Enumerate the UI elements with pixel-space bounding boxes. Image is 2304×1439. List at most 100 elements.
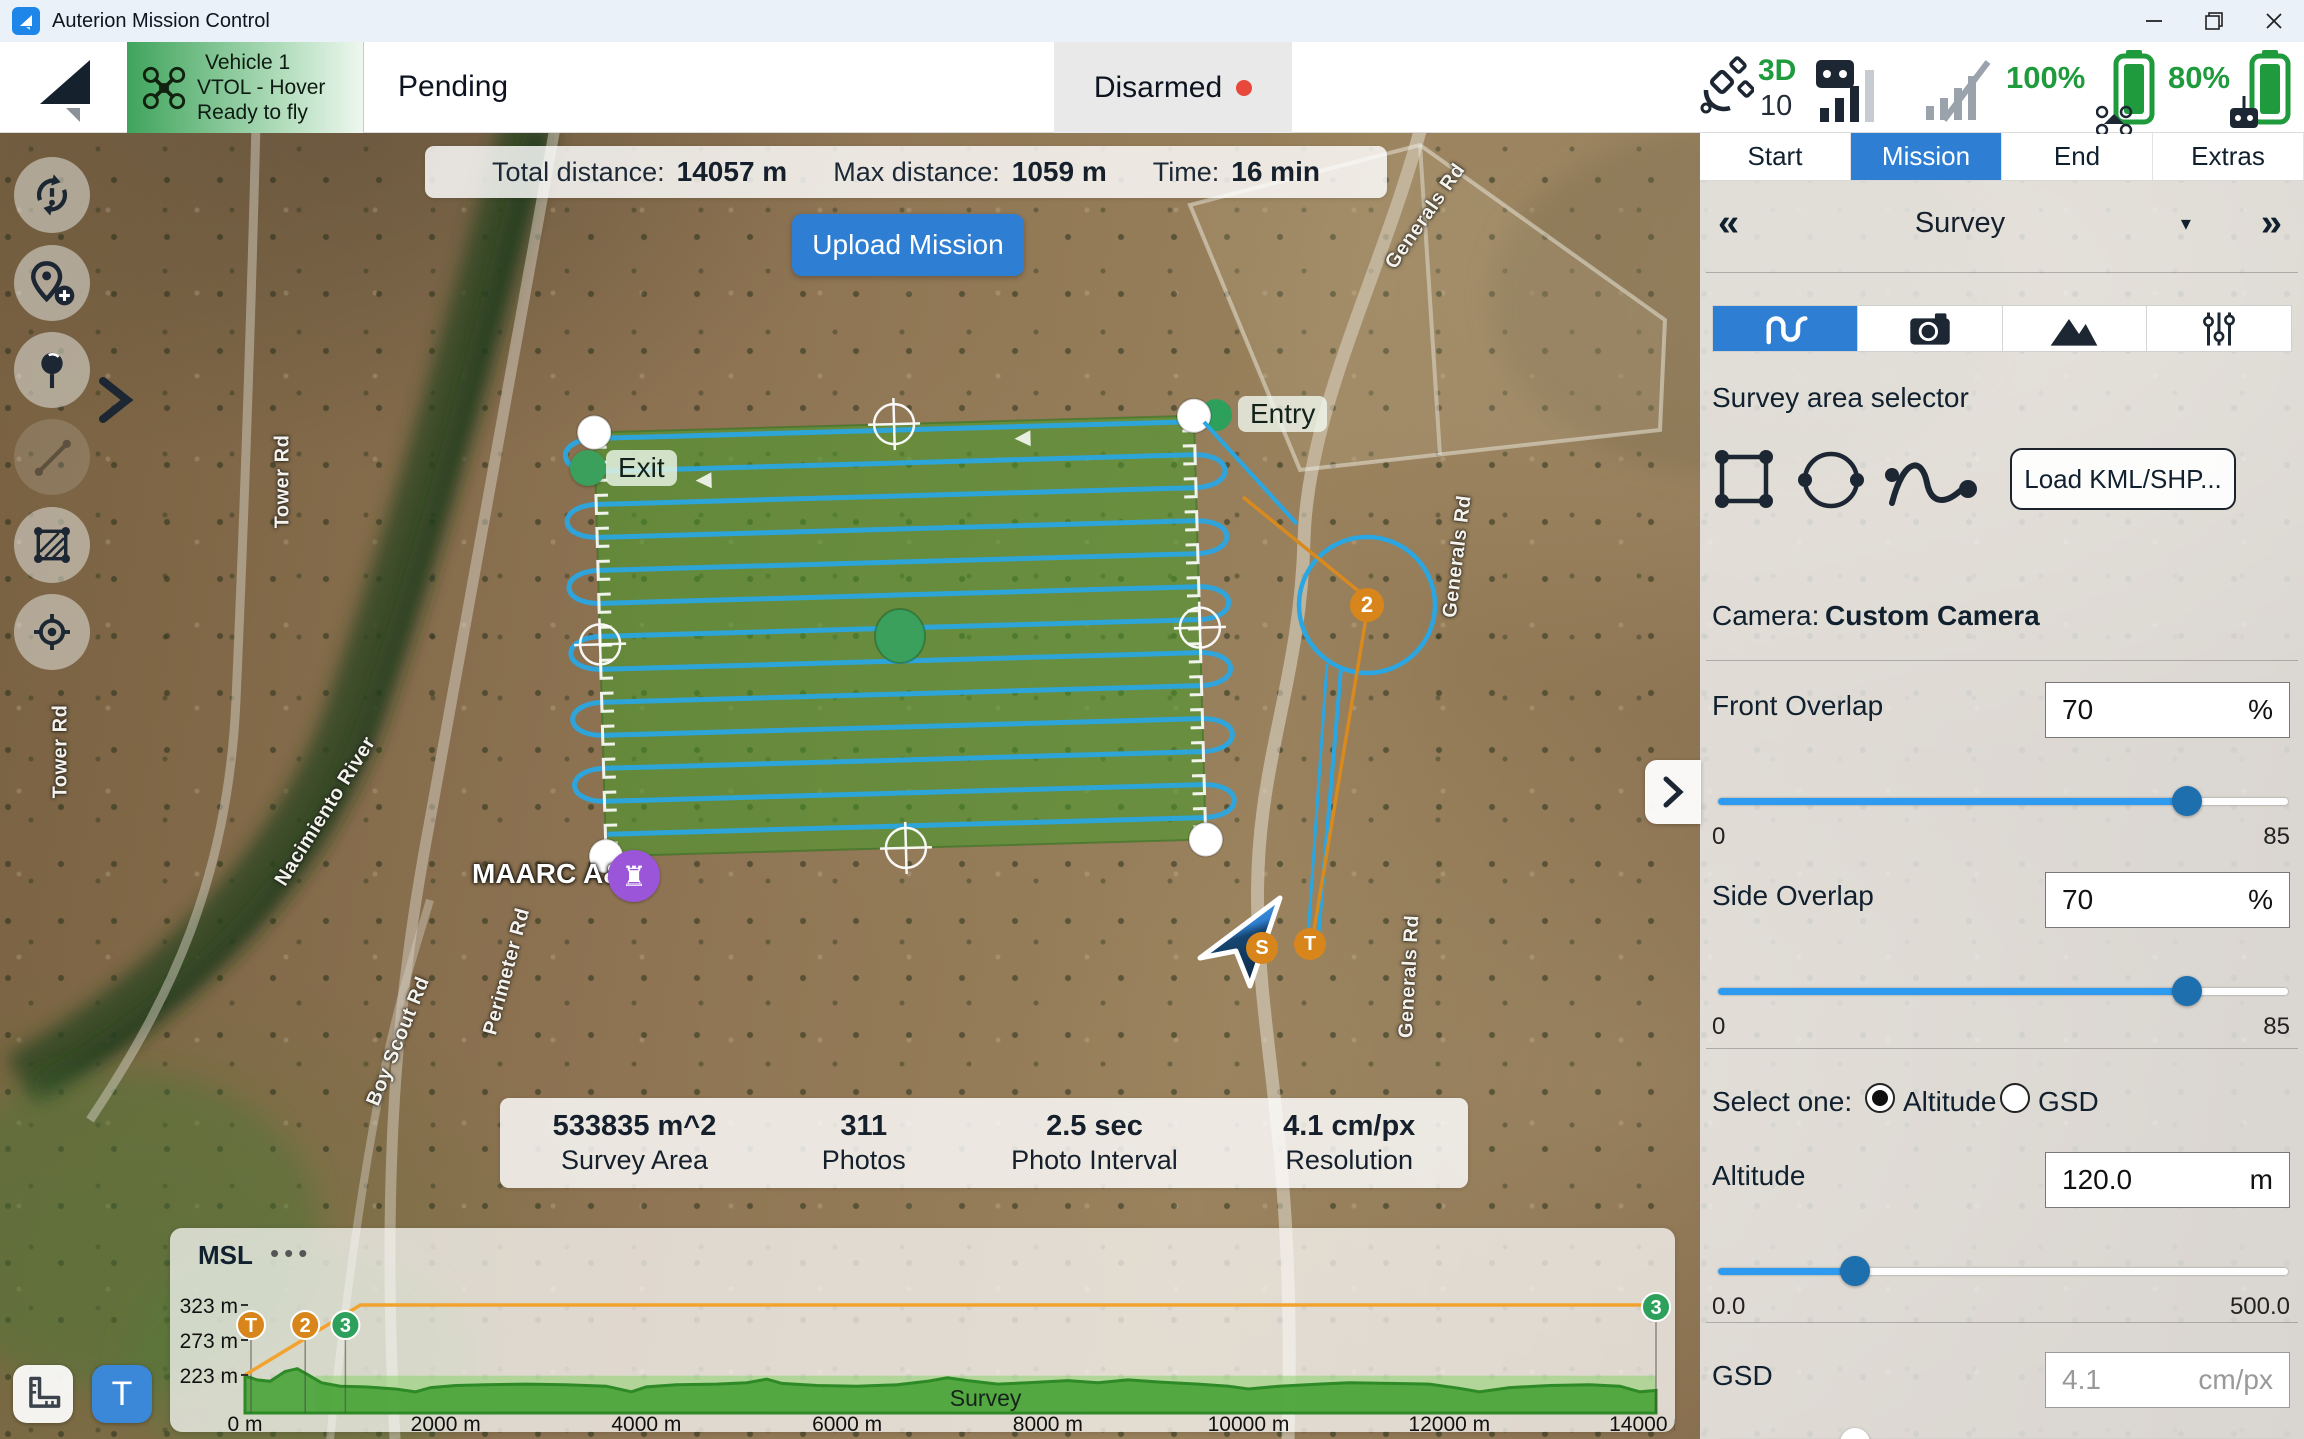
survey-settings-tabs	[1712, 305, 2292, 352]
polygon-area-tool[interactable]	[1710, 445, 1780, 515]
tab-advanced[interactable]	[2147, 306, 2291, 351]
measure-button[interactable]	[13, 1365, 73, 1423]
arm-state-text: Disarmed	[1094, 71, 1222, 105]
waypoint-2-badge[interactable]: 2	[1350, 588, 1384, 622]
poi-label: MAARC A&B	[472, 858, 600, 890]
side-overlap-slider[interactable]	[1718, 976, 2288, 1006]
svg-text:0 m: 0 m	[227, 1413, 262, 1432]
circle-area-tool[interactable]	[1796, 445, 1866, 515]
altitude-max: 500.0	[2230, 1293, 2290, 1321]
next-item-button[interactable]: »	[2261, 202, 2282, 245]
vehicle-ready-status: Ready to fly	[197, 100, 325, 125]
add-waypoint-button[interactable]	[14, 245, 90, 321]
altitude-radio-label[interactable]: Altitude	[1903, 1086, 1996, 1118]
svg-text:3: 3	[1650, 1297, 1661, 1319]
altitude-value: 120.0	[2062, 1164, 2132, 1196]
app-toolbar: Vehicle 1 VTOL - Hover Ready to fly Pend…	[0, 42, 2304, 133]
disarmed-indicator-dot	[1236, 80, 1252, 96]
marker-t-badge[interactable]: T	[1294, 928, 1326, 960]
rc-signal-icon	[1814, 52, 1896, 124]
front-overlap-slider[interactable]	[1718, 786, 2288, 816]
arm-state-button[interactable]: Disarmed	[1054, 42, 1292, 133]
area-selector-label: Survey area selector	[1712, 382, 1969, 414]
window-title: Auterion Mission Control	[52, 10, 270, 33]
tab-end[interactable]: End	[2002, 133, 2153, 180]
datalink-nosignal-icon	[1922, 56, 1996, 124]
window-titlebar: Auterion Mission Control	[0, 0, 2304, 42]
freehand-area-tool[interactable]	[1882, 451, 1982, 513]
pin-tool-button[interactable]	[14, 332, 90, 408]
divider	[1706, 660, 2298, 661]
gsd-radio-label[interactable]: GSD	[2038, 1086, 2099, 1118]
chart-menu-dots[interactable]: •••	[270, 1238, 312, 1269]
front-overlap-value: 70	[2062, 694, 2093, 726]
rook-icon: ♜	[621, 860, 646, 893]
center-location-button[interactable]	[14, 594, 90, 670]
panel-expand-button[interactable]	[1645, 760, 1701, 824]
locate-icon	[28, 608, 76, 656]
tab-terrain[interactable]	[2003, 306, 2148, 351]
vehicle-status-panel[interactable]: Vehicle 1 VTOL - Hover Ready to fly	[127, 42, 364, 133]
slider-thumb[interactable]	[2172, 976, 2202, 1006]
mission-settings-panel: « Survey ▾ »	[1700, 133, 2304, 1439]
slider-thumb[interactable]	[1840, 1256, 1870, 1286]
gsd-value: 4.1	[2062, 1364, 2101, 1396]
pattern-title[interactable]: Survey	[1739, 207, 2181, 240]
exit-label: Exit	[606, 450, 677, 486]
measure-tool-button-disabled	[14, 419, 90, 495]
terrain-icon	[2046, 309, 2102, 349]
minimize-button[interactable]	[2124, 0, 2184, 42]
pattern-nav-row: « Survey ▾ »	[1700, 193, 2304, 253]
gps-fix-type: 3D	[1758, 54, 1796, 88]
svg-text:8000 m: 8000 m	[1013, 1413, 1083, 1432]
gsd-label: GSD	[1712, 1360, 1773, 1392]
load-kml-button[interactable]: Load KML/SHP...	[2010, 448, 2236, 510]
side-overlap-min: 0	[1712, 1013, 1725, 1041]
altitude-label: Altitude	[1712, 1160, 1805, 1192]
svg-text:14000 m: 14000 m	[1609, 1413, 1675, 1432]
side-overlap-input[interactable]: 70 %	[2045, 872, 2290, 928]
svg-text:2: 2	[300, 1315, 311, 1337]
tab-extras[interactable]: Extras	[2153, 133, 2304, 180]
max-distance-value: 1059 m	[1012, 156, 1107, 188]
front-overlap-input[interactable]: 70 %	[2045, 682, 2290, 738]
svg-text:273 m: 273 m	[180, 1330, 238, 1353]
svg-text:12000 m: 12000 m	[1408, 1413, 1490, 1432]
rc-battery-percent: 80%	[2168, 60, 2230, 96]
upload-mission-button[interactable]: Upload Mission	[792, 214, 1024, 276]
marker-s-badge[interactable]: S	[1246, 932, 1278, 964]
terrain-toggle-button[interactable]: T	[92, 1365, 152, 1423]
vehicle-battery-percent: 100%	[2006, 60, 2085, 96]
svg-text:223 m: 223 m	[180, 1365, 238, 1388]
front-overlap-max: 85	[2263, 823, 2290, 851]
app-logo-icon[interactable]	[32, 54, 96, 122]
divider	[1706, 1048, 2298, 1049]
prev-item-button[interactable]: «	[1718, 202, 1739, 245]
altitude-slider[interactable]	[1718, 1256, 2288, 1286]
tab-start[interactable]: Start	[1700, 133, 1851, 180]
gsd-radio[interactable]	[2000, 1083, 2030, 1113]
pin-icon	[29, 347, 75, 393]
altitude-radio[interactable]	[1865, 1083, 1895, 1113]
pattern-dropdown-caret[interactable]: ▾	[2181, 211, 2191, 236]
gsd-slider-disabled	[1718, 1428, 2288, 1439]
camera-value[interactable]: Custom Camera	[1825, 600, 2040, 632]
slider-thumb[interactable]	[2172, 786, 2202, 816]
toolbar-expand-chevron[interactable]	[95, 375, 137, 425]
exit-waypoint-circle[interactable]	[570, 450, 606, 486]
front-overlap-label: Front Overlap	[1712, 690, 1883, 722]
add-waypoint-icon	[27, 258, 77, 308]
svg-text:T: T	[245, 1315, 257, 1337]
tab-mission[interactable]: Mission	[1851, 133, 2002, 180]
poi-pin-icon[interactable]: ♜	[608, 850, 660, 902]
tab-transects[interactable]	[1713, 306, 1858, 351]
close-button[interactable]	[2244, 0, 2304, 42]
maximize-button[interactable]	[2184, 0, 2244, 42]
front-overlap-unit: %	[2248, 694, 2273, 726]
altitude-input[interactable]: 120.0 m	[2045, 1152, 2290, 1208]
transects-icon	[1759, 309, 1811, 349]
elevation-profile-panel[interactable]: MSL ••• T233323 m273 m223 m0 m2000 m4000…	[170, 1228, 1675, 1432]
tab-camera[interactable]	[1858, 306, 2003, 351]
survey-area-tool-button[interactable]	[14, 507, 90, 583]
sync-mission-button[interactable]	[14, 157, 90, 233]
